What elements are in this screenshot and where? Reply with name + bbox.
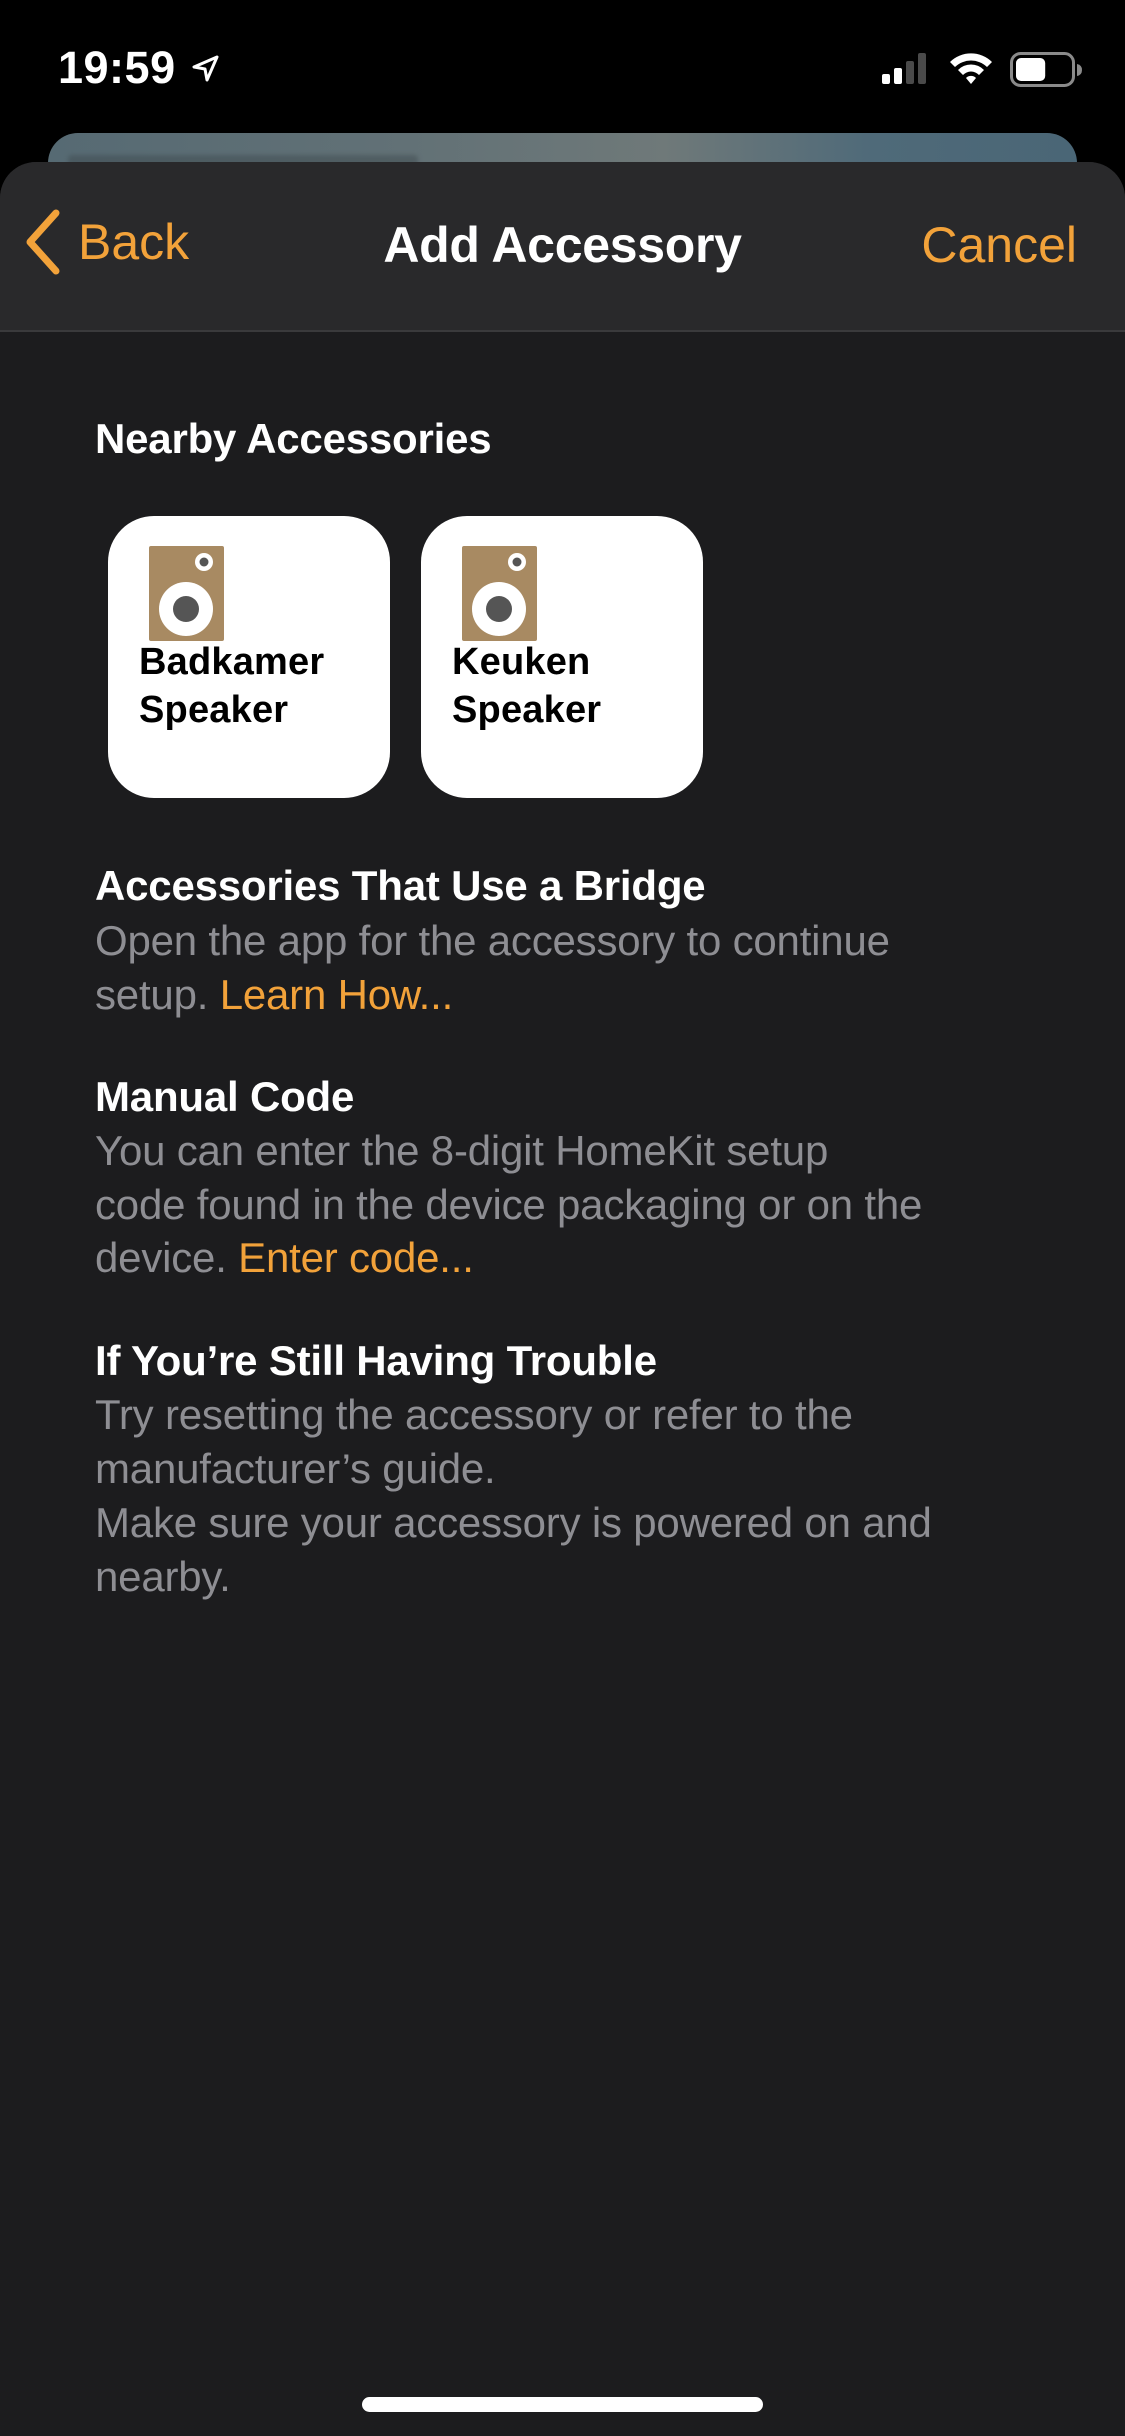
signal-bar: [918, 53, 926, 84]
manual-code-description-line: code found in the device packaging or on…: [95, 1181, 923, 1228]
battery-icon: [1010, 52, 1082, 87]
bridge-description-line: Open the app for the accessory to contin…: [95, 917, 890, 964]
status-time: 19:59: [58, 42, 176, 93]
manual-code-description-line: You can enter the 8-digit HomeKit setup: [95, 1127, 829, 1174]
accessory-name: Keuken Speaker: [452, 638, 601, 734]
add-accessory-sheet: Back Add Accessory Cancel Nearby Accesso…: [0, 162, 1125, 2436]
accessory-name-line: Speaker: [452, 689, 602, 731]
speaker-icon: [462, 546, 537, 641]
bridge-heading: Accessories That Use a Bridge: [95, 862, 706, 909]
navigation-bar: Back Add Accessory Cancel: [0, 162, 1125, 332]
manual-code-description-text: device.: [95, 1234, 239, 1281]
learn-how-link[interactable]: Learn How...: [220, 971, 454, 1018]
battery-level: [1016, 58, 1046, 81]
bridge-description-line: setup. Learn How...: [95, 968, 453, 1022]
signal-bar: [894, 68, 902, 84]
manual-code-heading: Manual Code: [95, 1073, 355, 1120]
accessory-tile-keuken-speaker[interactable]: Keuken Speaker: [421, 516, 703, 798]
speaker-icon: [149, 546, 224, 641]
trouble-description-line: nearby.: [95, 1553, 231, 1600]
trouble-description-line: manufacturer’s guide.: [95, 1445, 496, 1492]
accessory-name: Badkamer Speaker: [139, 638, 324, 734]
manual-code-description-line: device. Enter code...: [95, 1231, 474, 1285]
signal-bar: [882, 74, 890, 84]
accessory-name-line: Speaker: [139, 689, 289, 731]
signal-bar: [906, 61, 914, 84]
accessory-tile-badkamer-speaker[interactable]: Badkamer Speaker: [108, 516, 390, 798]
wifi-icon: [950, 53, 992, 84]
home-indicator[interactable]: [362, 2397, 763, 2412]
accessory-name-line: Badkamer: [139, 641, 325, 683]
trouble-description-line: Try resetting the accessory or refer to …: [95, 1391, 853, 1438]
cancel-button[interactable]: Cancel: [921, 210, 1077, 280]
cellular-signal-icon: [882, 53, 926, 84]
trouble-description-line: Make sure your accessory is powered on a…: [95, 1499, 932, 1546]
location-arrow-icon: [192, 55, 219, 82]
bridge-description-text: setup.: [95, 971, 220, 1018]
nearby-accessories-heading: Nearby Accessories: [95, 415, 492, 462]
enter-code-link[interactable]: Enter code...: [238, 1234, 474, 1281]
trouble-heading: If You’re Still Having Trouble: [95, 1337, 657, 1384]
accessory-name-line: Keuken: [452, 641, 591, 683]
